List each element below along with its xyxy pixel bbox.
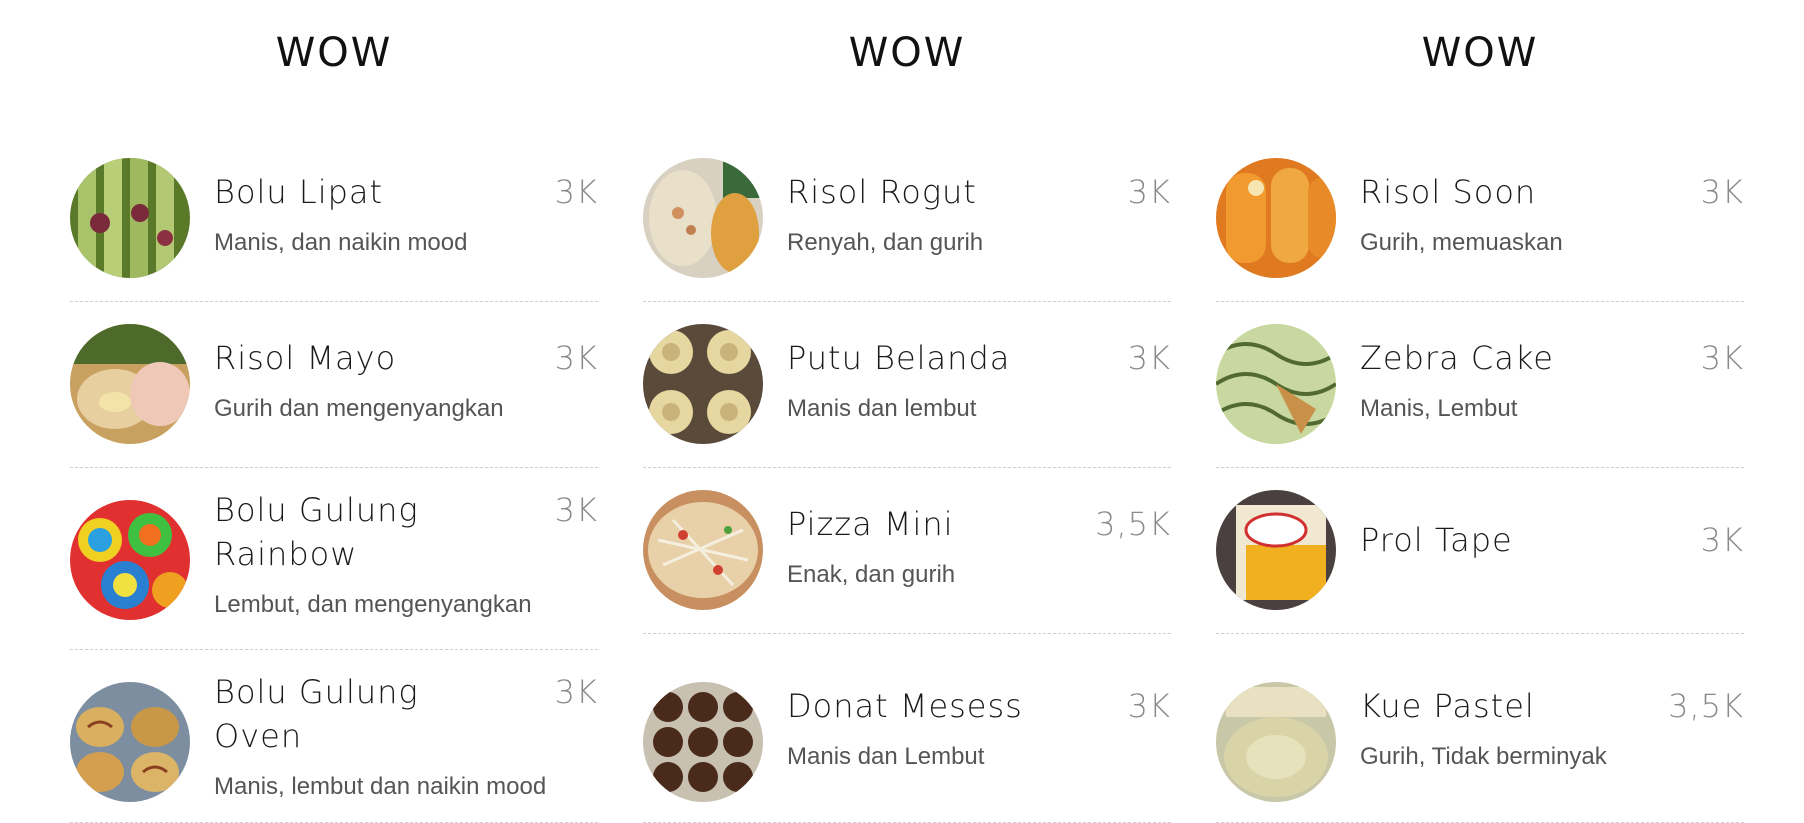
risol-rogut-photo — [643, 158, 763, 278]
item-description: Gurih dan mengenyangkan — [214, 395, 504, 422]
item-price: 3K — [554, 491, 598, 529]
putu-belanda-photo — [643, 324, 763, 444]
item-price: 3K — [1700, 339, 1744, 377]
menu-item-zebra-cake[interactable]: Zebra Cake 3K Manis, Lembut — [1216, 322, 1744, 468]
item-name: Zebra Cake — [1360, 339, 1554, 377]
item-price: 3K — [1127, 173, 1171, 211]
menu-item-kue-pastel[interactable]: Kue Pastel 3,5K Gurih, Tidak berminyak — [1216, 670, 1744, 823]
menu-column-1: WOW Bolu Lipat 3K Manis, dan naikin mood — [70, 0, 598, 823]
menu-item-risol-mayo[interactable]: Risol Mayo 3K Gurih dan mengenyangkan — [70, 322, 598, 468]
item-price: 3K — [1700, 173, 1744, 211]
item-price: 3K — [554, 673, 598, 711]
column-title: WOW — [1421, 30, 1539, 76]
menu-column-2: WOW Risol Rogut 3K Renyah, dan gurih Put… — [643, 0, 1171, 823]
item-name: Prol Tape — [1360, 521, 1513, 559]
item-name: Putu Belanda — [787, 339, 1011, 377]
item-price: 3K — [1700, 521, 1744, 559]
menu-item-bolu-lipat[interactable]: Bolu Lipat 3K Manis, dan naikin mood — [70, 156, 598, 302]
item-description: Manis, Lembut — [1360, 395, 1518, 422]
item-description: Manis dan lembut — [787, 395, 977, 422]
menu-item-bolu-gulung-oven[interactable]: Bolu Gulung Oven 3K Manis, lembut dan na… — [70, 670, 598, 823]
item-description: Manis, lembut dan naikin mood — [214, 773, 547, 800]
item-price: 3K — [554, 339, 598, 377]
item-description: Lembut, dan mengenyangkan — [214, 591, 532, 618]
item-description: Renyah, dan gurih — [787, 229, 984, 256]
bolu-gulung-oven-photo — [70, 682, 190, 802]
item-price: 3K — [1127, 687, 1171, 725]
item-price: 3K — [554, 173, 598, 211]
prol-tape-photo — [1216, 490, 1336, 610]
menu-item-prol-tape[interactable]: Prol Tape 3K — [1216, 488, 1744, 634]
item-description: Manis dan Lembut — [787, 743, 985, 770]
item-name: Bolu Lipat — [214, 173, 384, 211]
item-name: Risol Soon — [1360, 173, 1537, 211]
zebra-cake-photo — [1216, 324, 1336, 444]
menu-item-risol-soon[interactable]: Risol Soon 3K Gurih, memuaskan — [1216, 156, 1744, 302]
column-title: WOW — [275, 30, 393, 76]
pizza-mini-photo — [643, 490, 763, 610]
item-description: Gurih, memuaskan — [1360, 229, 1563, 256]
risol-soon-photo — [1216, 158, 1336, 278]
item-price: 3,5K — [1095, 505, 1171, 543]
bolu-gulung-rainbow-photo — [70, 500, 190, 620]
menu-item-pizza-mini[interactable]: Pizza Mini 3,5K Enak, dan gurih — [643, 488, 1171, 634]
column-title: WOW — [848, 30, 966, 76]
item-name: Bolu Gulung Rainbow — [214, 491, 419, 573]
menu-item-bolu-gulung-rainbow[interactable]: Bolu Gulung Rainbow 3K Lembut, dan menge… — [70, 488, 598, 650]
item-name: Bolu Gulung Oven — [214, 673, 419, 755]
menu-item-donat-mesess[interactable]: Donat Mesess 3K Manis dan Lembut — [643, 670, 1171, 823]
item-description: Enak, dan gurih — [787, 561, 956, 588]
item-name: Pizza Mini — [787, 505, 954, 543]
item-description: Manis, dan naikin mood — [214, 229, 468, 256]
item-name: Kue Pastel — [1360, 687, 1535, 725]
menu-item-putu-belanda[interactable]: Putu Belanda 3K Manis dan lembut — [643, 322, 1171, 468]
risol-mayo-photo — [70, 324, 190, 444]
kue-pastel-photo — [1216, 682, 1336, 802]
item-price: 3,5K — [1668, 687, 1744, 725]
bolu-lipat-photo — [70, 158, 190, 278]
menu-page: WOW Bolu Lipat 3K Manis, dan naikin mood — [0, 0, 1804, 823]
item-description: Gurih, Tidak berminyak — [1360, 743, 1607, 770]
menu-item-risol-rogut[interactable]: Risol Rogut 3K Renyah, dan gurih — [643, 156, 1171, 302]
item-name: Risol Mayo — [214, 339, 397, 377]
item-price: 3K — [1127, 339, 1171, 377]
item-name: Donat Mesess — [787, 687, 1023, 725]
item-name: Risol Rogut — [787, 173, 977, 211]
menu-column-3: WOW Risol Soon 3K Gurih, memuaskan Zebra… — [1216, 0, 1744, 823]
donat-mesess-photo — [643, 682, 763, 802]
